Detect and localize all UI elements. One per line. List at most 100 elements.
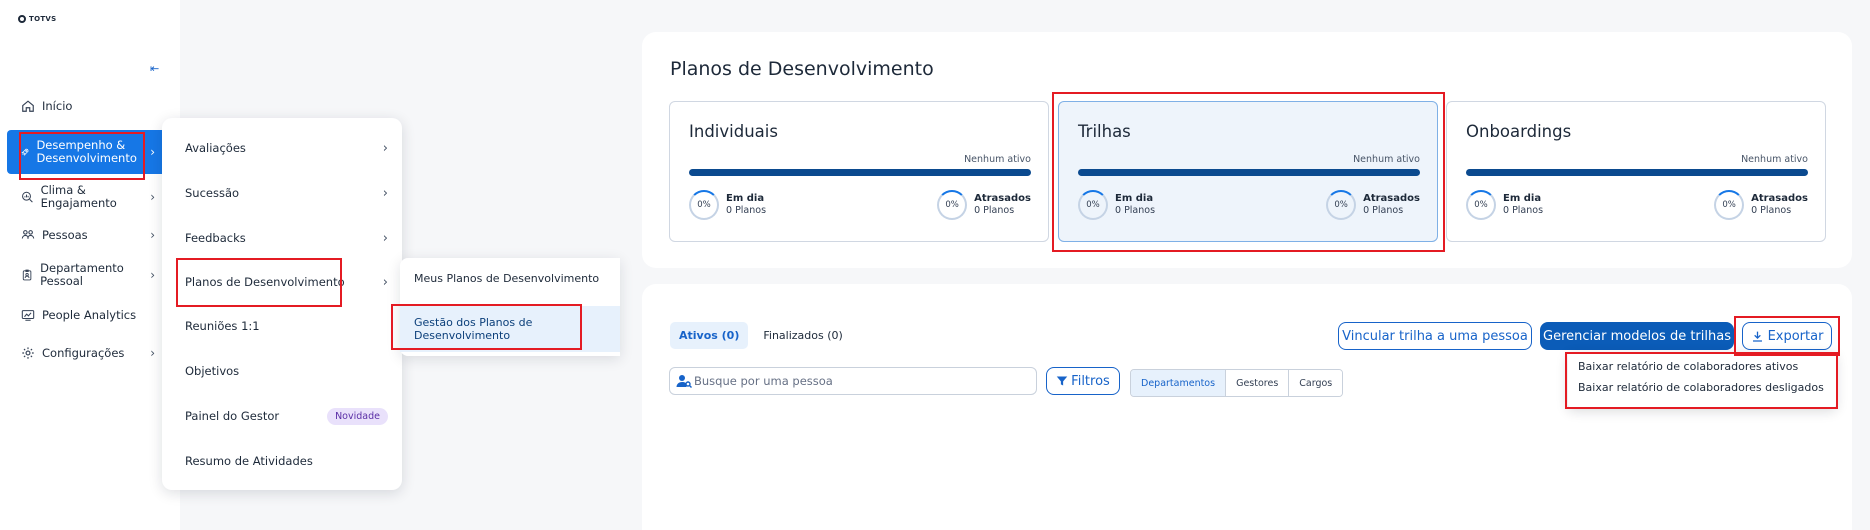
late-count: 0 Planos [974,205,1015,216]
person-search-icon [676,375,692,388]
people-icon [21,230,35,239]
sidebar-item-pessoas[interactable]: Pessoas › [7,222,167,248]
progress-ring-icon: 0% [1466,190,1496,220]
tab-finalizados[interactable]: Finalizados (0) [754,322,851,349]
sidebar: TOTVS ⇤ Início Desempenho & Desenvolvime… [0,0,180,530]
chevron-right-icon: › [150,268,155,282]
segment-departamentos[interactable]: Departamentos [1131,370,1227,396]
submenu-item-feedbacks[interactable]: Feedbacks › [162,216,402,260]
submenu-item-label: Reuniões 1:1 [185,319,260,333]
analytics-icon [21,310,35,321]
on-time-label: Em dia [1115,193,1154,204]
on-time-count: 0 Planos [1115,205,1156,216]
submenu-item-objetivos[interactable]: Objetivos [162,349,402,393]
sidebar-item-people-analytics[interactable]: People Analytics [7,298,167,332]
on-time-label: Em dia [1503,193,1542,204]
stat-card-onboardings[interactable]: Onboardings Nenhum ativo 0% Em dia 0 Plan… [1446,101,1826,242]
progress-ring-icon: 0% [937,190,968,220]
search-chart-icon [22,191,33,203]
progress-bar [689,169,1031,176]
sidebar-item-departamento-pessoal[interactable]: Departamento Pessoal › [7,258,167,292]
search-placeholder: Busque por uma pessoa [694,374,833,388]
late-label: Atrasados [1751,193,1808,204]
chevron-right-icon: › [382,274,388,290]
late-label: Atrasados [1363,193,1420,204]
status-tabs: Ativos (0) Finalizados (0) [670,322,852,349]
submenu-item-sucessao[interactable]: Sucessão › [162,171,402,215]
sidebar-item-label: Pessoas [42,227,88,242]
progress-ring-icon: 0% [1326,190,1357,220]
stat-status: Nenhum ativo [1353,154,1420,165]
sidebar-item-inicio[interactable]: Início [7,96,167,116]
late-count: 0 Planos [1751,205,1792,216]
export-label: Exportar [1767,328,1824,344]
progress-ring-icon: 0% [1078,190,1108,220]
link-track-button[interactable]: Vincular trilha a uma pessoa [1338,322,1532,350]
stat-title: Individuais [689,122,778,141]
stat-status: Nenhum ativo [1741,154,1808,165]
group-by-segmented: Departamentos Gestores Cargos [1130,369,1344,397]
sidebar-item-label: Início [42,98,73,113]
sidebar-nav: Início Desempenho & Desenvolvimento › Cl… [7,96,167,364]
rocket-icon [21,148,29,156]
submenu-item-label: Planos de Desenvolvimento [185,275,345,289]
sidebar-item-desempenho[interactable]: Desempenho & Desenvolvimento › [7,130,167,174]
stat-title: Onboardings [1466,122,1572,141]
submenu-item-label: Feedbacks [185,231,246,245]
sidebar-item-label: Desempenho & Desenvolvimento [36,138,137,165]
filter-icon [1056,376,1068,386]
progress-ring-icon: 0% [1714,190,1745,220]
progress-bar [1466,169,1808,176]
segment-cargos[interactable]: Cargos [1289,370,1343,396]
late-label: Atrasados [974,193,1031,204]
stat-title: Trilhas [1078,122,1131,141]
submenu-item-label: Objetivos [185,364,240,378]
on-time-stat: 0% Em dia 0 Planos [689,190,766,220]
logo-text: TOTVS [29,15,57,23]
chevron-right-icon: › [150,145,155,159]
stat-status: Nenhum ativo [964,154,1031,165]
filters-button[interactable]: Filtros [1046,367,1120,395]
submenu-item-label: Painel do Gestor [185,409,280,423]
badge-icon [22,269,32,281]
export-menu-item-desligados[interactable]: Baixar relatório de colaboradores deslig… [1578,381,1824,394]
search-input[interactable]: Busque por uma pessoa [669,367,1037,395]
submenu-item-painel-gestor[interactable]: Painel do Gestor Novidade [162,394,402,438]
submenu-item-planos[interactable]: Planos de Desenvolvimento › [162,260,402,304]
tab-ativos[interactable]: Ativos (0) [670,322,749,349]
export-menu: Baixar relatório de colaboradores ativos… [1568,352,1836,408]
new-badge: Novidade [327,407,388,425]
submenu-desempenho: Avaliações › Sucessão › Feedbacks › Plan… [162,118,402,490]
home-icon [22,100,34,112]
download-icon [1752,331,1762,342]
on-time-stat: 0% Em dia 0 Planos [1078,190,1155,220]
submenu2-item-meus-planos[interactable]: Meus Planos de Desenvolvimento [400,262,620,308]
sidebar-item-clima[interactable]: Clima & Engajamento › [7,180,167,214]
submenu-item-resumo[interactable]: Resumo de Atividades [162,439,402,483]
chevron-right-icon: › [150,346,155,360]
stat-card-individuais[interactable]: Individuais Nenhum ativo 0% Em dia 0 Plan… [669,101,1049,242]
sidebar-item-label: Configurações [42,345,125,360]
segment-gestores[interactable]: Gestores [1226,370,1290,396]
sidebar-item-label: Departamento Pessoal [40,261,124,288]
logo: TOTVS [18,15,56,23]
late-stat: 0% Atrasados 0 Planos [937,190,1031,220]
late-count: 0 Planos [1363,205,1404,216]
export-menu-item-ativos[interactable]: Baixar relatório de colaboradores ativos [1578,360,1798,373]
manage-models-button[interactable]: Gerenciar modelos de trilhas [1540,322,1734,350]
on-time-label: Em dia [726,193,765,204]
sidebar-item-configuracoes[interactable]: Configurações › [7,342,167,364]
page: TOTVS ⇤ Início Desempenho & Desenvolvime… [0,0,1870,530]
late-stat: 0% Atrasados 0 Planos [1714,190,1808,220]
stat-card-trilhas[interactable]: Trilhas Nenhum ativo 0% Em dia 0 Planos 0… [1058,101,1438,242]
collapse-sidebar-icon[interactable]: ⇤ [150,62,159,75]
submenu2-item-gestao-planos[interactable]: Gestão dos Planos de Desenvolvimento [400,306,620,352]
submenu-item-label: Sucessão [185,186,240,200]
export-button[interactable]: Exportar [1742,322,1832,350]
chevron-right-icon: › [382,185,388,201]
filters-label: Filtros [1071,373,1110,389]
submenu-item-label: Resumo de Atividades [185,454,313,468]
page-title: Planos de Desenvolvimento [670,58,934,80]
submenu-item-avaliacoes[interactable]: Avaliações › [162,126,402,170]
submenu-item-reunioes[interactable]: Reuniões 1:1 [162,304,402,348]
